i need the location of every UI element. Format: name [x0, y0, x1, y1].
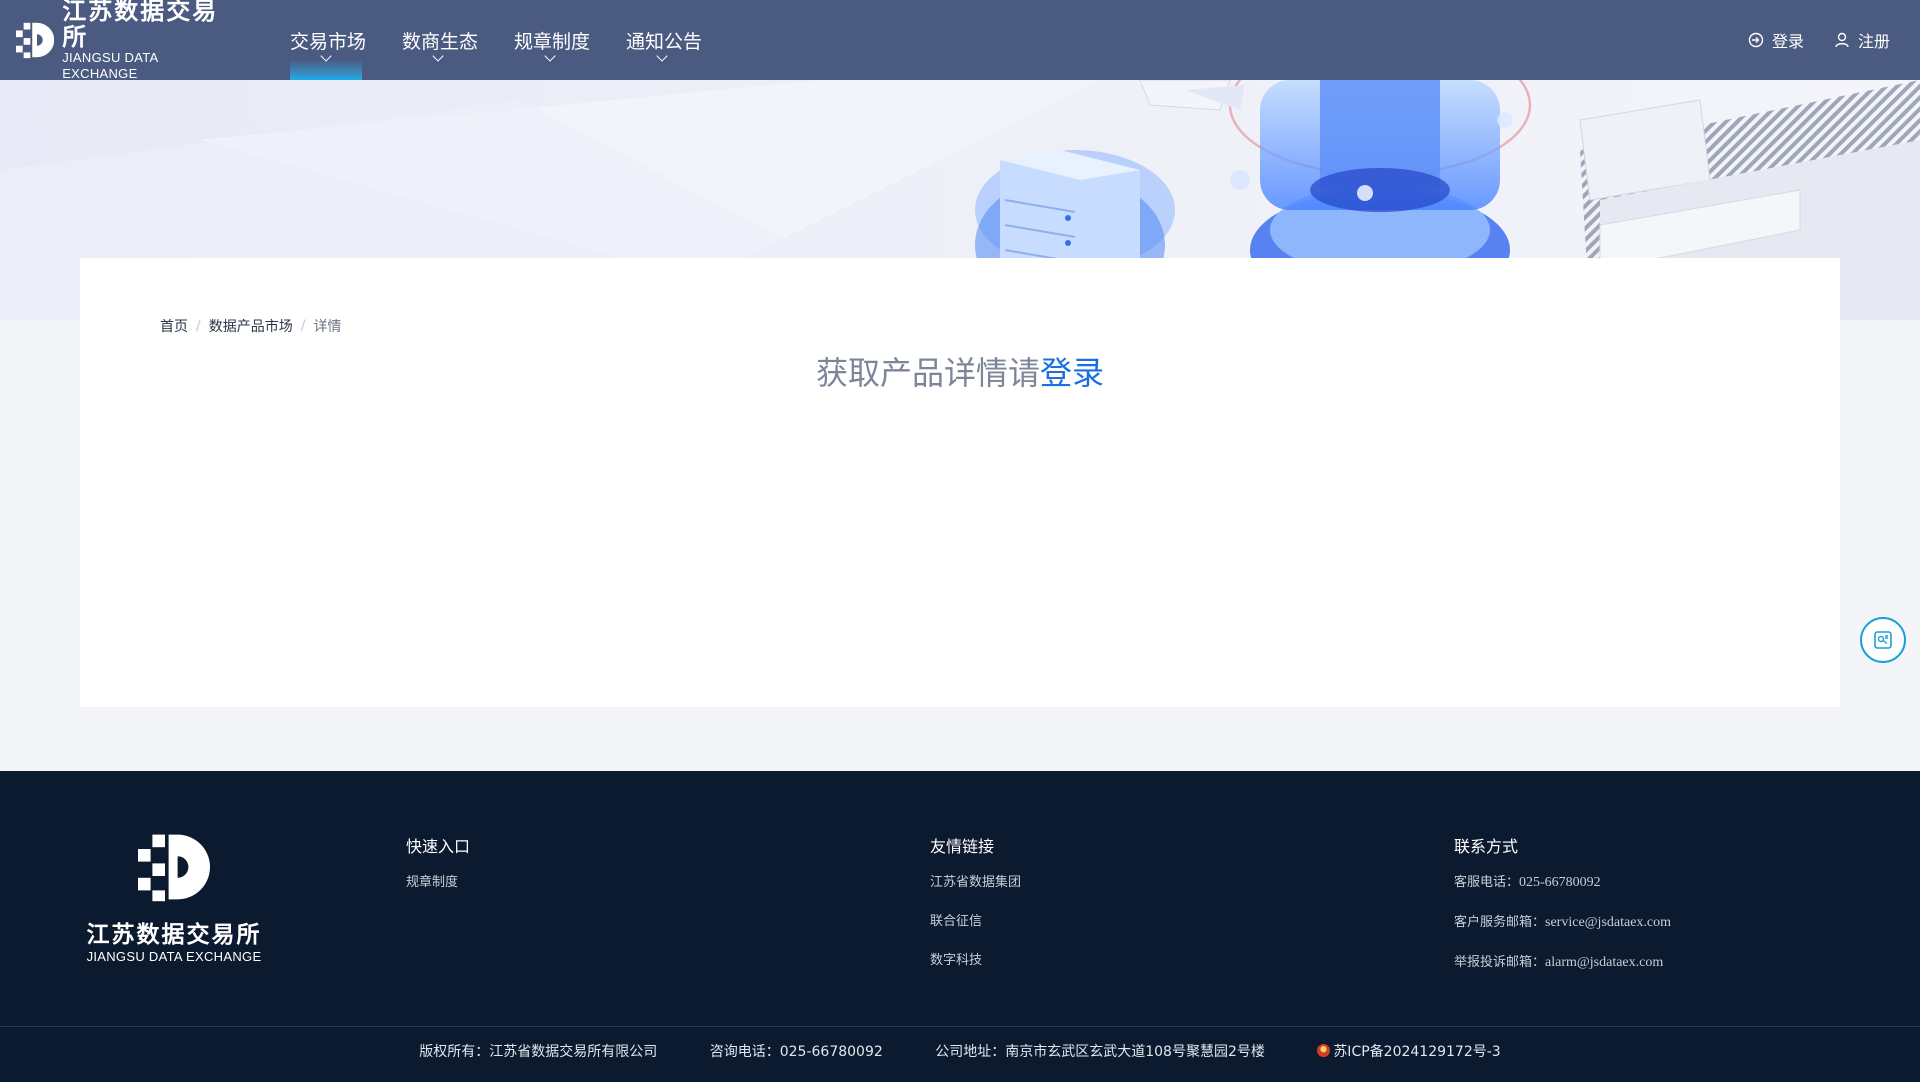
logo-title: 江苏数据交易所 — [62, 0, 219, 51]
footer-logo-mark-icon — [138, 834, 210, 902]
nav-regulations[interactable]: 规章制度 — [514, 0, 590, 80]
police-badge-icon — [1317, 1044, 1331, 1057]
logo-mark-icon — [16, 22, 55, 59]
contact-report-label: 举报投诉邮箱： — [1454, 955, 1546, 970]
footer-link-digital-tech[interactable]: 数字科技 — [930, 949, 1021, 968]
footer-link-data-group[interactable]: 江苏省数据集团 — [930, 871, 1021, 890]
login-label: 登录 — [1771, 32, 1804, 51]
login-prompt: 获取产品详情请登录 — [80, 348, 1840, 394]
login-link[interactable]: 登录 — [1040, 354, 1104, 392]
logo-subtitle: JIANGSU DATA EXCHANGE — [62, 50, 158, 81]
footer-icp[interactable]: 苏ICP备2024129172号-3 — [1317, 1044, 1501, 1060]
auth-links: 登录 注册 — [1718, 0, 1890, 80]
breadcrumb-home[interactable]: 首页 — [160, 316, 188, 336]
top-navbar: 江苏数据交易所 JIANGSU DATA EXCHANGE 交易市场 数商生态 … — [0, 0, 1920, 81]
customer-service-icon — [1874, 631, 1892, 649]
nav-merchant-ecosystem[interactable]: 数商生态 — [402, 0, 478, 80]
breadcrumb: 首页 / 数据产品市场 / 详情 — [160, 316, 341, 336]
contact-report-value[interactable]: alarm@jsdataex.com — [1545, 955, 1663, 970]
contact-phone-value: 025-66780092 — [1519, 875, 1601, 890]
footer-divider — [0, 1026, 1920, 1027]
contact-phone: 客服电话：025-66780092 — [1454, 871, 1671, 891]
footer-logo-title: 江苏数据交易所 — [86, 922, 262, 948]
login-icon — [1748, 32, 1764, 48]
breadcrumb-current: 详情 — [313, 319, 342, 335]
footer-consult-phone: 咨询电话：025-66780092 — [709, 1044, 883, 1060]
contact-phone-label: 客服电话： — [1454, 875, 1520, 890]
breadcrumb-separator: / — [196, 318, 201, 334]
contact-service-label: 客户服务邮箱： — [1454, 915, 1546, 930]
user-icon — [1835, 32, 1849, 48]
breadcrumb-market[interactable]: 数据产品市场 — [209, 316, 293, 336]
breadcrumb-separator: / — [300, 318, 306, 334]
content-card: 首页 / 数据产品市场 / 详情 获取产品详情请登录 — [80, 258, 1840, 707]
login-prompt-text: 获取产品详情请 — [815, 354, 1040, 392]
footer-link-regulations[interactable]: 规章制度 — [406, 871, 470, 890]
floating-service-button[interactable] — [1860, 617, 1906, 663]
footer-logo: 江苏数据交易所 JIANGSU DATA EXCHANGE — [84, 831, 264, 964]
footer-contact-title: 联系方式 — [1454, 837, 1519, 856]
footer-friends-title: 友情链接 — [930, 837, 995, 856]
footer-contact: 联系方式 客服电话：025-66780092 客户服务邮箱：service@js… — [1454, 833, 1671, 991]
site-footer: 江苏数据交易所 JIANGSU DATA EXCHANGE 快速入口 规章制度 … — [0, 771, 1920, 1082]
footer-bottom-bar: 版权所有：江苏省数据交易所有限公司 咨询电话：025-66780092 公司地址… — [0, 1041, 1920, 1061]
contact-service-value[interactable]: service@jsdataex.com — [1545, 915, 1671, 930]
footer-icp-text: 苏ICP备2024129172号-3 — [1333, 1044, 1501, 1060]
footer-quick-title: 快速入口 — [406, 837, 471, 856]
nav-trading-market[interactable]: 交易市场 — [290, 0, 366, 80]
footer-logo-subtitle: JIANGSU DATA EXCHANGE — [86, 949, 262, 964]
footer-address: 公司地址：南京市玄武区玄武大道108号聚慧园2号楼 — [935, 1044, 1265, 1060]
contact-service-email: 客户服务邮箱：service@jsdataex.com — [1454, 911, 1671, 931]
footer-quick-links: 快速入口 规章制度 — [406, 833, 470, 910]
register-button[interactable]: 注册 — [1834, 28, 1890, 52]
footer-link-credit[interactable]: 联合征信 — [930, 910, 1021, 929]
nav-announcements[interactable]: 通知公告 — [626, 0, 702, 80]
footer-friend-links: 友情链接 江苏省数据集团 联合征信 数字科技 — [930, 833, 1021, 988]
site-logo[interactable]: 江苏数据交易所 JIANGSU DATA EXCHANGE — [16, 0, 236, 81]
contact-report-email: 举报投诉邮箱：alarm@jsdataex.com — [1454, 951, 1671, 971]
login-button[interactable]: 登录 — [1748, 28, 1804, 52]
register-label: 注册 — [1857, 32, 1890, 51]
footer-copyright: 版权所有：江苏省数据交易所有限公司 — [419, 1044, 658, 1060]
main-nav: 交易市场 数商生态 规章制度 通知公告 — [290, 0, 738, 80]
